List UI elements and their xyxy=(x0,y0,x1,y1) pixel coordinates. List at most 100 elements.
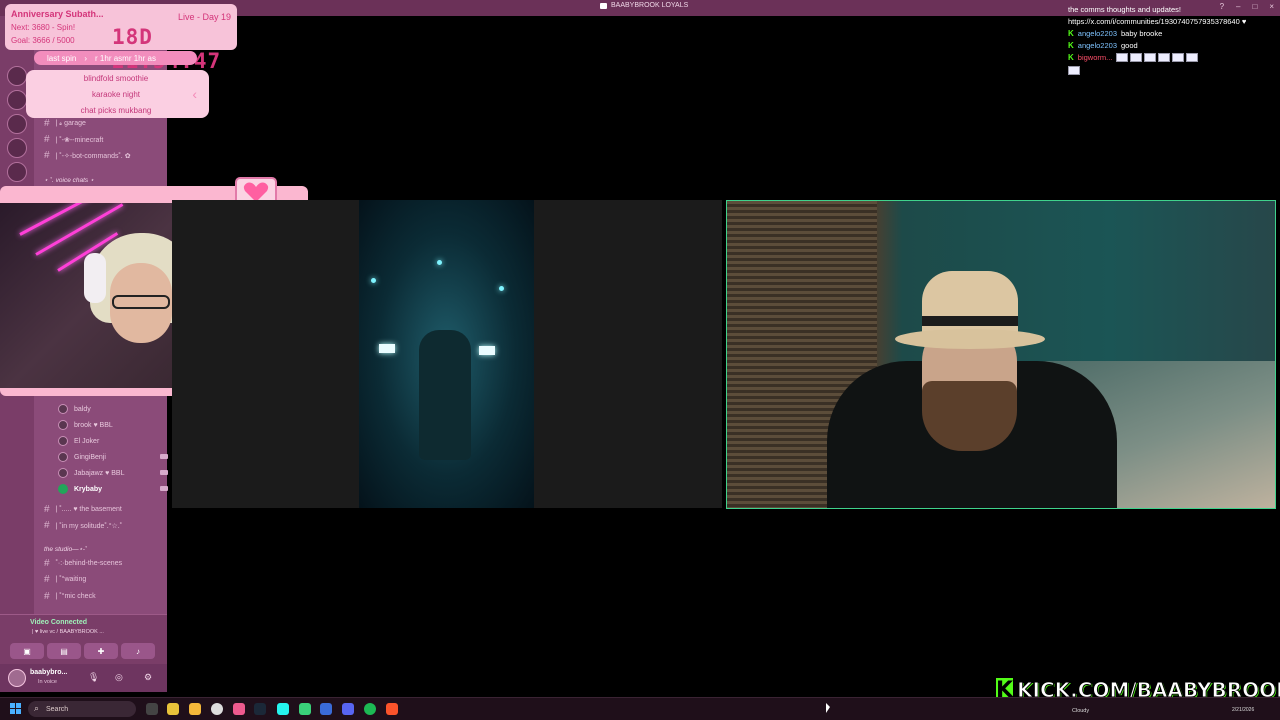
obs-icon[interactable] xyxy=(211,703,223,715)
voice-panel: Video Connected | ♥ live vc / BAABYBROOK… xyxy=(0,614,167,664)
activities-button[interactable]: ✚ xyxy=(84,643,118,659)
chevron-left-icon: ‹ xyxy=(192,86,197,102)
settings-icon[interactable]: ⚙ xyxy=(144,672,152,683)
chat-text: baby brooke xyxy=(1121,29,1162,38)
hash-icon: # xyxy=(44,118,50,129)
spotify-icon[interactable] xyxy=(364,703,376,715)
channel-item[interactable]: # | ˚-✧-bot-commands˚. ✿ xyxy=(44,150,131,161)
mouse-cursor-icon xyxy=(826,703,830,713)
subathon-title: Anniversary Subath... xyxy=(11,9,104,19)
clock-date[interactable]: 2/21/2026 xyxy=(1232,707,1254,713)
task-view-icon[interactable] xyxy=(146,703,158,715)
server-icon[interactable] xyxy=(7,114,27,134)
spin-option: chat picks mukbang xyxy=(26,106,206,115)
voice-user[interactable]: El Joker xyxy=(58,436,99,446)
emote-icon xyxy=(1144,53,1156,62)
tiktok-icon[interactable] xyxy=(277,703,289,715)
spin-options: blindfold smoothie karaoke night chat pi… xyxy=(26,70,209,118)
subathon-widget: Anniversary Subath... Next: 3680 - Spin!… xyxy=(5,4,237,50)
last-spin-label: last spin xyxy=(47,54,76,63)
xbox-icon[interactable] xyxy=(299,703,311,715)
voice-user[interactable]: Jabajawz ♥ BBL xyxy=(58,468,124,478)
hash-icon: # xyxy=(44,134,50,145)
app-icon[interactable] xyxy=(233,703,245,715)
last-spin-value: r 1hr asmr 1hr as xyxy=(95,54,156,63)
server-icon[interactable] xyxy=(7,90,27,110)
chat-text: the comms thoughts and updates! xyxy=(1068,5,1181,14)
chat-message: K bigworm... xyxy=(1068,53,1198,62)
soundboard-button[interactable]: ♪ xyxy=(121,643,155,659)
camera-toggle-button[interactable]: ▣ xyxy=(10,643,44,659)
channel-item[interactable]: # | 𝓼 garage xyxy=(44,118,86,129)
voice-channel[interactable]: # | ˚..... ♥ the basement xyxy=(44,504,122,515)
emote-icon xyxy=(1068,66,1080,75)
discord-icon[interactable] xyxy=(342,703,354,715)
notes-app-icon[interactable] xyxy=(167,703,179,715)
gym-screen xyxy=(379,344,395,353)
emote-icon xyxy=(1158,53,1170,62)
guest-beard xyxy=(922,381,1017,451)
voice-channel[interactable]: # | ˚in my solitude˚.°☆.˚ xyxy=(44,520,122,531)
channel-item[interactable]: # | ˚°mic check xyxy=(44,591,96,602)
voice-category[interactable]: ⋆ ˚. voice chats ⋆ xyxy=(44,176,94,184)
app-icon[interactable] xyxy=(320,703,332,715)
app-icon xyxy=(600,3,607,9)
neon-light xyxy=(19,203,118,236)
headphones-left xyxy=(84,253,106,303)
channel-label: | ˚in my solitude˚.°☆.˚ xyxy=(56,522,123,530)
server-icon[interactable] xyxy=(7,66,27,86)
subathon-next: Next: 3680 - Spin! xyxy=(11,23,75,32)
taskbar-search[interactable]: ⌕ Search xyxy=(28,701,136,717)
channel-item[interactable]: # | ˚-❀--minecraft xyxy=(44,134,103,145)
gym-screen xyxy=(479,346,495,355)
video-tile-guest[interactable] xyxy=(726,200,1276,509)
emote-icon xyxy=(1172,53,1184,62)
video-tile-gym[interactable] xyxy=(172,200,722,508)
chat-overlay: the comms thoughts and updates! https://… xyxy=(1068,2,1273,80)
voice-user-name: Jabajawz ♥ BBL xyxy=(74,470,124,477)
avatar[interactable] xyxy=(8,669,26,687)
chat-username: angelo2203 xyxy=(1078,29,1117,38)
channel-label: | ˚°mic check xyxy=(56,593,96,600)
file-explorer-icon[interactable] xyxy=(189,703,201,715)
steam-icon[interactable] xyxy=(254,703,266,715)
chevron-right-icon: › xyxy=(84,54,87,63)
weather-label[interactable]: Cloudy xyxy=(1072,708,1089,714)
chat-username: bigworm... xyxy=(1078,53,1113,62)
voice-channel-path[interactable]: | ♥ live vc / BAABYBROOK ... xyxy=(32,629,104,635)
hash-icon: # xyxy=(44,520,50,531)
server-icon[interactable] xyxy=(7,138,27,158)
chat-text: https://x.com/i/communities/193074075793… xyxy=(1068,17,1246,26)
voice-user[interactable]: Krybaby xyxy=(58,484,102,494)
headphones-icon[interactable]: ◎ xyxy=(115,672,123,683)
hat-brim xyxy=(895,329,1045,349)
camera-icon xyxy=(160,470,168,475)
mic-icon[interactable]: 🎙 xyxy=(88,672,99,683)
voice-user[interactable]: GingiBenji xyxy=(58,452,106,462)
screen-share-button[interactable]: ▤ xyxy=(47,643,81,659)
channel-label: | 𝓼 garage xyxy=(56,120,86,128)
emote-icon xyxy=(1116,53,1128,62)
avatar xyxy=(58,436,68,446)
brave-icon[interactable] xyxy=(386,703,398,715)
channel-item[interactable]: # ˚·:·behind-the-scenes xyxy=(44,558,122,569)
channel-item[interactable]: # | ˚°waiting xyxy=(44,574,86,585)
subathon-goal: Goal: 3666 / 5000 xyxy=(11,36,75,45)
lifter xyxy=(419,330,471,460)
chat-message: https://x.com/i/communities/193074075793… xyxy=(1068,17,1246,26)
voice-user[interactable]: baldy xyxy=(58,404,91,414)
emote-icon xyxy=(1130,53,1142,62)
studio-category[interactable]: the studio—⋆-˚ xyxy=(44,545,87,553)
spin-option: karaoke night xyxy=(26,90,206,99)
emote-row xyxy=(1116,53,1198,62)
avatar xyxy=(58,404,68,414)
search-icon: ⌕ xyxy=(34,703,39,714)
subathon-timer: 18D 21:54:47 xyxy=(112,25,237,73)
windows-start-icon[interactable] xyxy=(10,703,21,714)
hat-band xyxy=(922,316,1018,326)
chat-username: angelo2203 xyxy=(1078,41,1117,50)
ceiling-light xyxy=(371,278,376,283)
voice-user[interactable]: brook ♥ BBL xyxy=(58,420,113,430)
chat-text: good xyxy=(1121,41,1138,50)
server-icon[interactable] xyxy=(7,162,27,182)
